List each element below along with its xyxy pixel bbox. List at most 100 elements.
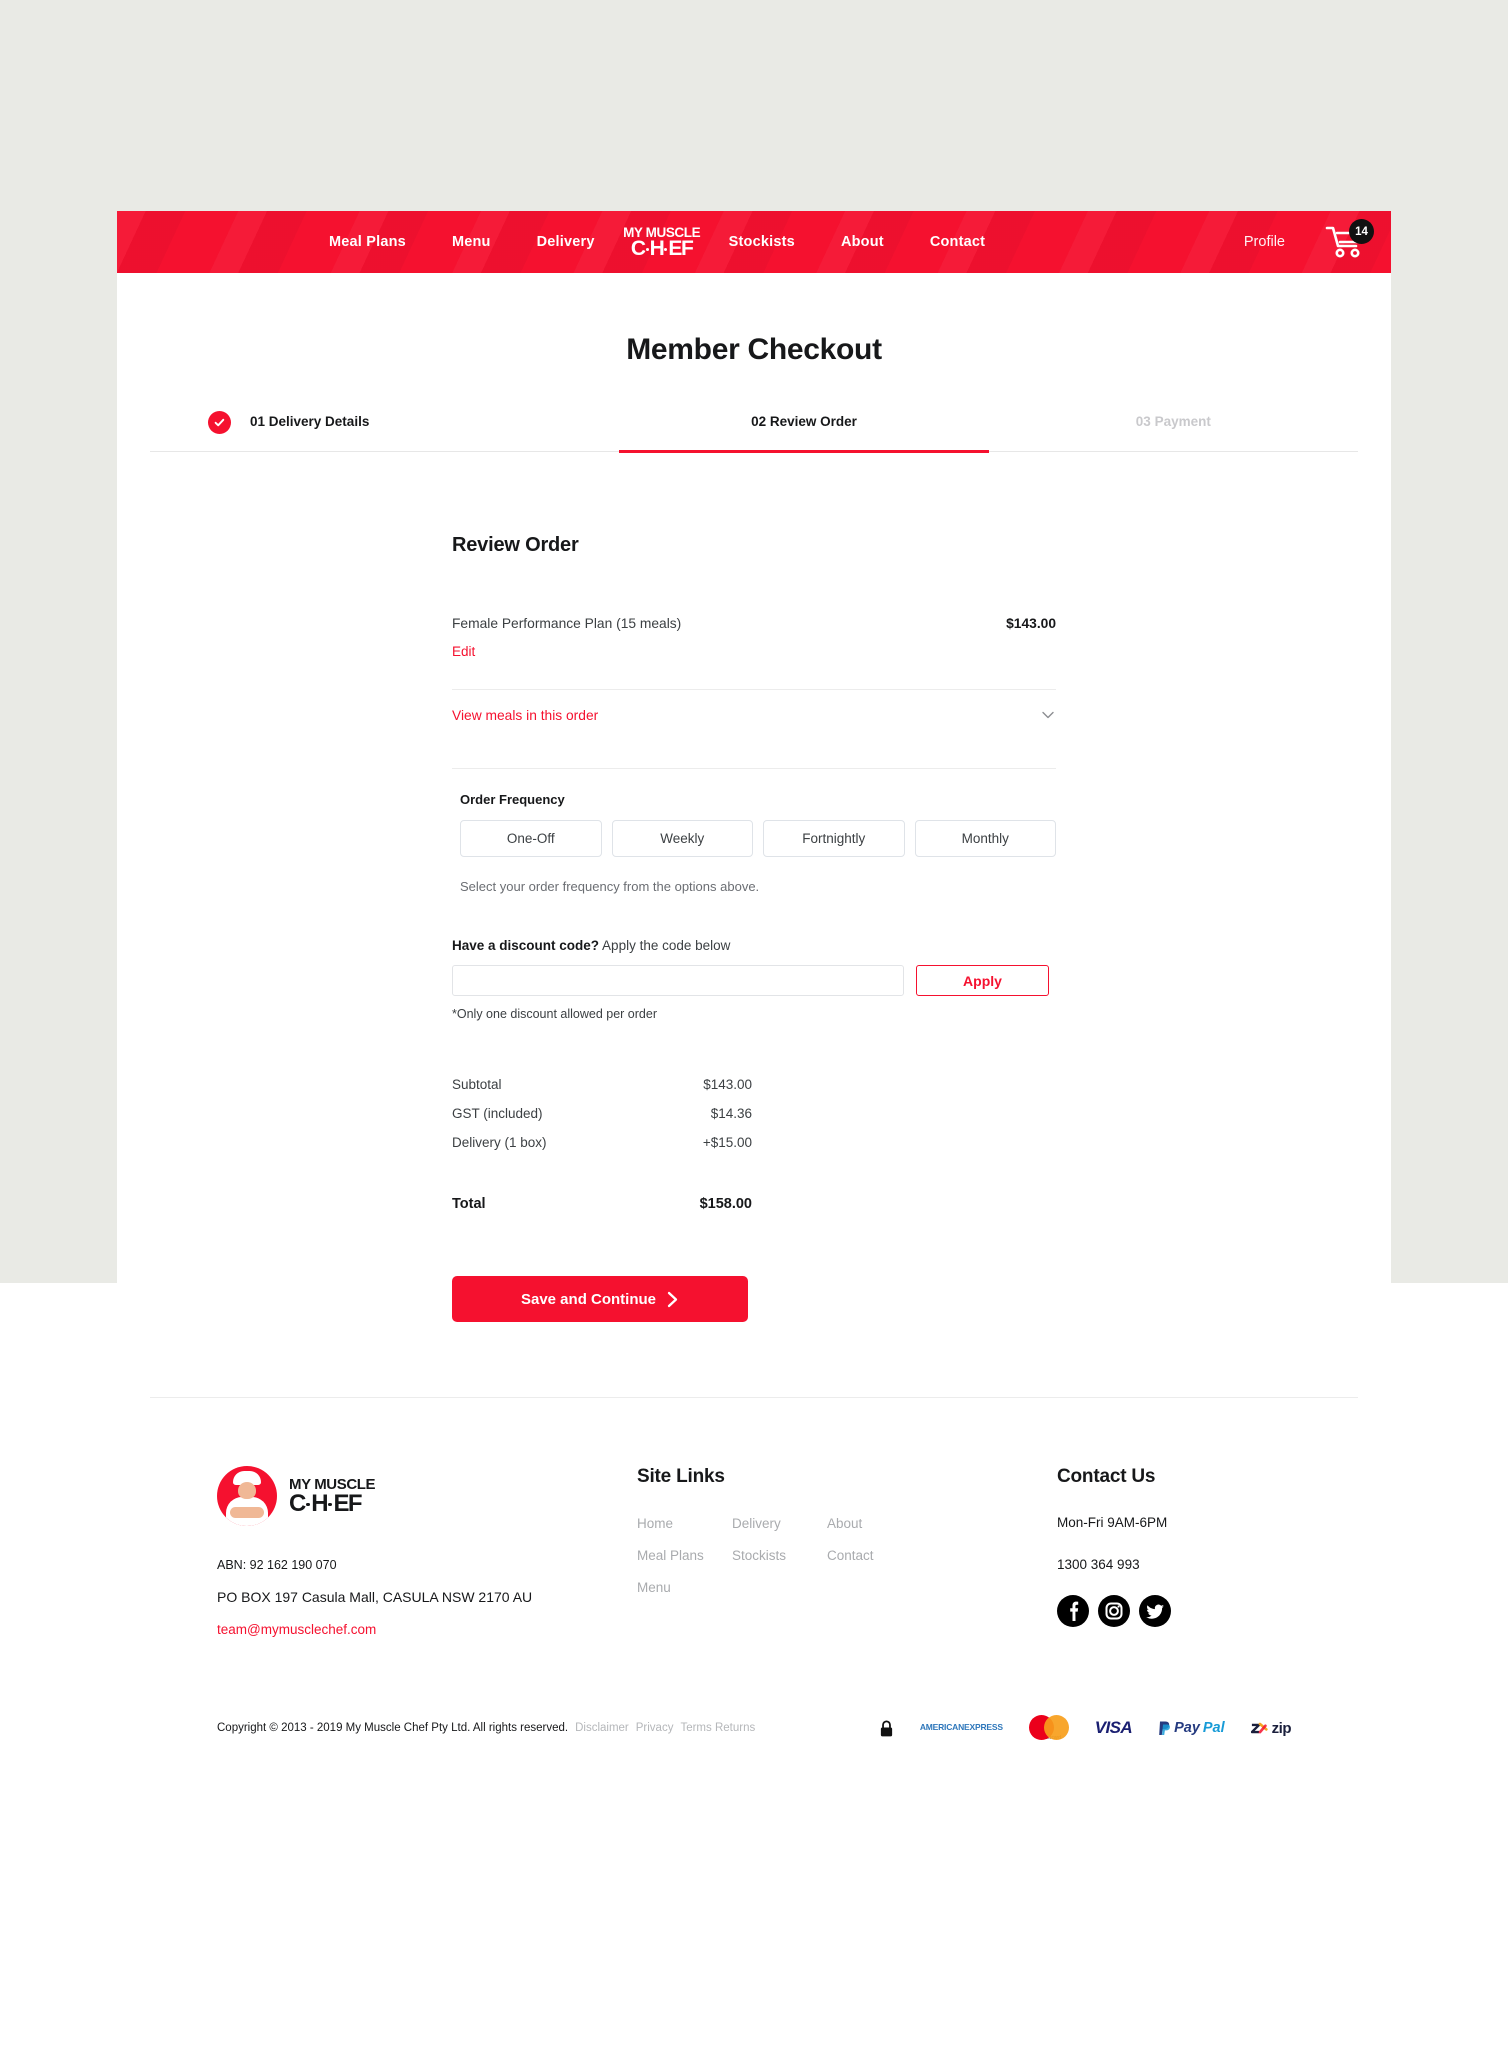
- footer-logo[interactable]: MY MUSCLE C H EF: [217, 1466, 637, 1526]
- discount-label-rest: Apply the code below: [599, 938, 731, 953]
- paypal-text-pay: Pay: [1174, 1720, 1200, 1736]
- apply-discount-button[interactable]: Apply: [916, 965, 1049, 996]
- logo-h: H: [649, 236, 665, 260]
- footer-logo-dot-right: [328, 1502, 332, 1507]
- footer-logo-dot-left: [306, 1502, 310, 1507]
- footer-phone: 1300 364 993: [1057, 1557, 1140, 1572]
- discount-label: Have a discount code? Apply the code bel…: [452, 938, 1056, 953]
- legal-link-disclaimer[interactable]: Disclaimer: [575, 1722, 629, 1734]
- view-meals-toggle[interactable]: View meals in this order: [452, 690, 1056, 740]
- step-tab-review-order[interactable]: 02 Review Order: [619, 414, 989, 453]
- amex-line-1: AMERICAN: [919, 1722, 965, 1733]
- step-tab-delivery-details[interactable]: 01 Delivery Details: [150, 411, 619, 451]
- footer-logo-h: H: [311, 1489, 328, 1517]
- logo-dot-left: [645, 248, 649, 251]
- step-tab-label: 03 Payment: [1135, 414, 1211, 429]
- totals-label: Subtotal: [452, 1077, 502, 1092]
- discount-code-input[interactable]: [452, 965, 904, 996]
- legal-link-privacy[interactable]: Privacy: [636, 1722, 674, 1734]
- footer-social-links: [1057, 1595, 1291, 1627]
- frequency-option-one-off[interactable]: One-Off: [460, 820, 602, 857]
- order-frequency-hint: Select your order frequency from the opt…: [460, 879, 760, 894]
- divider-below-view-meals: [452, 768, 1056, 769]
- copyright-text: Copyright © 2013 - 2019 My Muscle Chef P…: [217, 1722, 569, 1734]
- footer-link-contact[interactable]: Contact: [827, 1548, 1057, 1563]
- paypal-icon: Pay Pal: [1158, 1715, 1225, 1741]
- nav-link-about[interactable]: About: [841, 234, 884, 250]
- order-frequency-label: Order Frequency: [460, 792, 565, 807]
- footer-legal-row: Copyright © 2013 - 2019 My Muscle Chef P…: [117, 1715, 1391, 1741]
- legal-link-terms-returns[interactable]: Terms Returns: [680, 1722, 755, 1734]
- frequency-option-fortnightly[interactable]: Fortnightly: [763, 820, 905, 857]
- instagram-icon[interactable]: [1098, 1595, 1130, 1627]
- step-tab-label: 02 Review Order: [751, 414, 857, 429]
- footer-link-meal-plans[interactable]: Meal Plans: [637, 1548, 727, 1563]
- paypal-mark-icon: [1159, 1721, 1171, 1735]
- logo-line-2: C H EF: [630, 236, 694, 260]
- facebook-icon[interactable]: [1057, 1595, 1089, 1627]
- save-and-continue-label: Save and Continue: [520, 1290, 657, 1308]
- footer-contact-heading: Contact Us: [1057, 1466, 1156, 1487]
- totals-value: $14.36: [710, 1106, 752, 1121]
- footer-logo-line-2: C H EF: [289, 1489, 375, 1517]
- logo-dot-right: [664, 248, 668, 251]
- step-tab-payment[interactable]: 03 Payment: [989, 414, 1358, 451]
- nav-link-meal-plans[interactable]: Meal Plans: [329, 234, 406, 250]
- footer-site-links-heading: Site Links: [637, 1466, 725, 1487]
- totals-label: Delivery (1 box): [452, 1135, 547, 1150]
- edit-order-link[interactable]: Edit: [452, 644, 475, 659]
- chevron-right-icon: [667, 1291, 678, 1307]
- totals-row-delivery: Delivery (1 box) +$15.00: [452, 1135, 1056, 1150]
- step-tab-label: 01 Delivery Details: [250, 414, 370, 429]
- paypal-text-pal: Pal: [1202, 1720, 1225, 1736]
- payment-method-icons: AMERICAN EXPRESS mastercard VISA PayPal: [879, 1715, 1292, 1741]
- footer-link-stockists[interactable]: Stockists: [732, 1548, 822, 1563]
- site-viewport: Meal Plans Menu Delivery MY MUSCLE C H EF …: [117, 211, 1391, 1850]
- secure-lock-icon: [879, 1715, 894, 1741]
- footer-email-link[interactable]: team@mymusclechef.com: [217, 1622, 637, 1637]
- totals-row-subtotal: Subtotal $143.00: [452, 1077, 1056, 1092]
- page-title: Member Checkout: [626, 333, 882, 366]
- cart-button[interactable]: 14: [1325, 219, 1374, 259]
- footer-abn: ABN: 92 162 190 070: [217, 1558, 337, 1572]
- order-frequency-options: One-Off Weekly Fortnightly Monthly: [460, 820, 1056, 857]
- cart-count-badge: 14: [1349, 219, 1374, 244]
- frequency-option-weekly[interactable]: Weekly: [611, 820, 753, 857]
- totals-row-gst: GST (included) $14.36: [452, 1106, 1056, 1121]
- zip-icon: zip: [1250, 1715, 1292, 1741]
- twitter-icon[interactable]: [1139, 1595, 1171, 1627]
- amex-line-2: EXPRESS: [964, 1722, 1003, 1733]
- american-express-icon: AMERICAN EXPRESS: [920, 1715, 1003, 1741]
- logo-c: C: [630, 236, 646, 260]
- nav-link-delivery[interactable]: Delivery: [537, 234, 595, 250]
- footer-link-home[interactable]: Home: [637, 1516, 727, 1531]
- top-navigation-bar: Meal Plans Menu Delivery MY MUSCLE C H EF …: [117, 211, 1391, 273]
- grand-total-value: $158.00: [699, 1196, 752, 1212]
- frequency-option-monthly[interactable]: Monthly: [914, 820, 1056, 857]
- grand-total-label: Total: [452, 1196, 486, 1212]
- footer-logo-c: C: [289, 1489, 306, 1517]
- site-logo-header[interactable]: MY MUSCLE C H EF: [619, 222, 705, 262]
- nav-link-stockists[interactable]: Stockists: [729, 234, 795, 250]
- site-footer: MY MUSCLE C H EF ABN: 92 162 190 070 PO BO…: [117, 1398, 1391, 1637]
- footer-opening-hours: Mon-Fri 9AM-6PM: [1057, 1515, 1168, 1530]
- nav-link-profile[interactable]: Profile: [1244, 234, 1285, 250]
- nav-link-menu[interactable]: Menu: [452, 234, 491, 250]
- footer-site-links-column: Site Links Home Delivery About Meal Plan…: [637, 1466, 1057, 1637]
- totals-label: GST (included): [452, 1106, 543, 1121]
- checkout-step-tabs: 01 Delivery Details 02 Review Order 03 P…: [150, 411, 1358, 453]
- step-complete-check-icon: [208, 411, 231, 434]
- review-order-panel: Review Order Female Performance Plan (15…: [452, 452, 1056, 1322]
- footer-link-about[interactable]: About: [827, 1516, 1057, 1531]
- footer-link-delivery[interactable]: Delivery: [732, 1516, 822, 1531]
- review-order-heading: Review Order: [452, 534, 579, 556]
- order-item-name: Female Performance Plan (15 meals): [452, 616, 682, 631]
- visa-icon: VISA: [1094, 1718, 1133, 1737]
- nav-link-contact[interactable]: Contact: [930, 234, 985, 250]
- discount-code-section: Have a discount code? Apply the code bel…: [452, 938, 1056, 1021]
- order-totals: Subtotal $143.00 GST (included) $14.36 D…: [452, 1077, 1056, 1212]
- footer-link-menu[interactable]: Menu: [637, 1580, 727, 1595]
- mastercard-icon: mastercard: [1028, 1715, 1069, 1741]
- order-line-item: Female Performance Plan (15 meals) $143.…: [452, 616, 1056, 631]
- save-and-continue-button[interactable]: Save and Continue: [452, 1276, 748, 1322]
